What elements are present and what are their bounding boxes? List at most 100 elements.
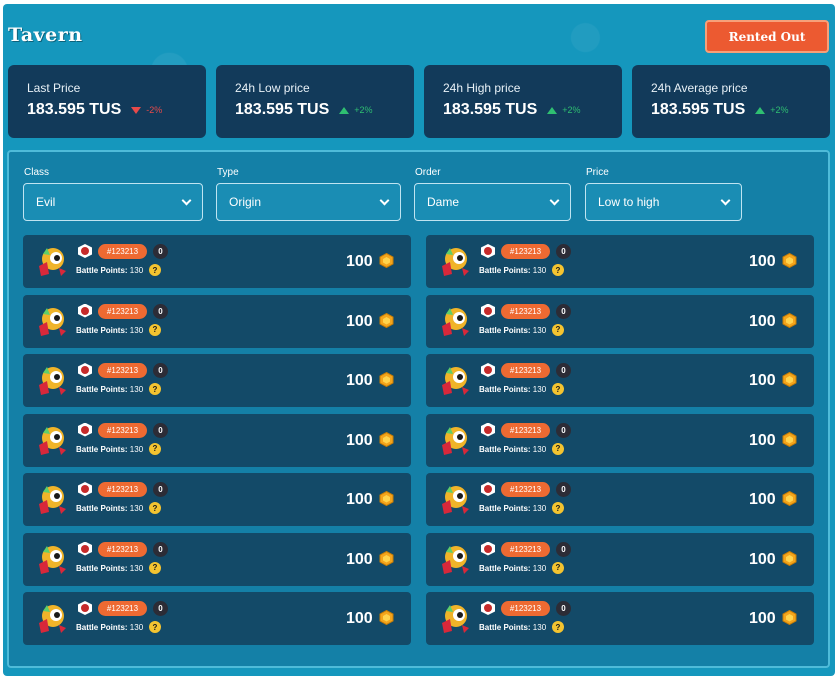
evil-class-icon bbox=[481, 363, 495, 377]
coin-icon bbox=[782, 609, 797, 626]
item-card[interactable]: #123213 0 Battle Points: 130? 100 bbox=[426, 473, 814, 526]
help-icon[interactable]: ? bbox=[149, 561, 161, 574]
item-id-badge: #123213 bbox=[98, 601, 147, 616]
level-badge: 0 bbox=[153, 482, 168, 497]
item-id-badge: #123213 bbox=[98, 541, 147, 557]
battle-points-value: 130 bbox=[129, 266, 144, 275]
help-icon[interactable]: ? bbox=[149, 442, 161, 455]
stat-label: 24h High price bbox=[443, 81, 521, 95]
level-badge: 0 bbox=[153, 303, 168, 319]
item-card[interactable]: #123213 0 Battle Points: 130? 100 bbox=[426, 413, 814, 467]
trend-up-icon bbox=[339, 106, 350, 114]
item-id-badge: #123213 bbox=[501, 363, 550, 378]
class-select[interactable]: Evil bbox=[23, 183, 203, 221]
item-id-badge: #123213 bbox=[98, 244, 147, 259]
coin-icon bbox=[379, 431, 394, 447]
evil-class-icon bbox=[481, 601, 495, 615]
battle-points-value: 130 bbox=[129, 444, 144, 454]
evil-class-icon bbox=[78, 303, 92, 318]
item-card[interactable]: #123213 0 Battle Points: 130? 100 bbox=[23, 235, 411, 288]
stat-change: -2% bbox=[146, 105, 163, 115]
stat-value: 183.595 TUS bbox=[235, 101, 330, 118]
battle-points-value: 130 bbox=[532, 325, 547, 335]
help-icon[interactable]: ? bbox=[552, 502, 564, 514]
price-select[interactable]: Low to high bbox=[585, 183, 742, 221]
battle-points: Battle Points: 130 bbox=[479, 326, 546, 335]
stat-change: +2% bbox=[562, 105, 581, 115]
coin-icon bbox=[379, 371, 394, 388]
stat-change: +2% bbox=[354, 105, 373, 115]
chevron-down-icon bbox=[379, 195, 390, 205]
item-price: 100 bbox=[749, 610, 776, 627]
item-card[interactable]: #123213 0 Battle Points: 130? 100 bbox=[426, 354, 814, 407]
hero-avatar-icon bbox=[438, 482, 472, 516]
item-card[interactable]: #123213 0 Battle Points: 130? 100 bbox=[426, 592, 814, 645]
help-icon[interactable]: ? bbox=[149, 264, 161, 276]
trend-up-icon bbox=[755, 106, 766, 114]
item-price: 100 bbox=[346, 253, 373, 270]
battle-points: Battle Points: 130 bbox=[76, 326, 143, 335]
battle-points-label: Battle Points: bbox=[76, 563, 128, 573]
help-icon[interactable]: ? bbox=[552, 264, 564, 276]
item-card[interactable]: #123213 0 Battle Points: 130? 100 bbox=[23, 592, 411, 645]
hero-avatar-icon bbox=[35, 482, 69, 516]
item-card[interactable]: #123213 0 Battle Points: 130? 100 bbox=[426, 235, 814, 288]
type-select[interactable]: Origin bbox=[216, 183, 401, 221]
class-select-value: Evil bbox=[36, 195, 56, 209]
item-price: 100 bbox=[749, 491, 776, 508]
item-card[interactable]: #123213 0 Battle Points: 130? 100 bbox=[23, 532, 411, 586]
hero-avatar-icon bbox=[35, 304, 69, 338]
item-card[interactable]: #123213 0 Battle Points: 130? 100 bbox=[426, 532, 814, 586]
order-select[interactable]: Dame bbox=[414, 183, 571, 221]
hero-avatar-icon bbox=[438, 542, 472, 576]
price-select-value: Low to high bbox=[598, 195, 660, 209]
chevron-down-icon bbox=[181, 195, 192, 205]
coin-icon bbox=[379, 550, 394, 566]
level-badge: 0 bbox=[153, 422, 168, 438]
item-id-badge: #123213 bbox=[98, 363, 147, 378]
battle-points-label: Battle Points: bbox=[76, 266, 128, 275]
stat-card-low-price: 24h Low price 183.595 TUS +2% bbox=[216, 65, 414, 138]
evil-class-icon bbox=[78, 541, 92, 556]
hero-avatar-icon bbox=[35, 601, 69, 635]
help-icon[interactable]: ? bbox=[149, 323, 161, 336]
filter-label-class: Class bbox=[24, 167, 50, 178]
evil-class-icon bbox=[78, 482, 92, 496]
evil-class-icon bbox=[481, 541, 495, 556]
level-badge: 0 bbox=[556, 363, 571, 378]
help-icon[interactable]: ? bbox=[552, 323, 564, 336]
item-id-badge: #123213 bbox=[501, 601, 550, 616]
battle-points-label: Battle Points: bbox=[76, 504, 128, 513]
battle-points-label: Battle Points: bbox=[479, 623, 531, 632]
coin-icon bbox=[782, 550, 797, 566]
item-price: 100 bbox=[346, 491, 373, 508]
help-icon[interactable]: ? bbox=[552, 442, 564, 455]
help-icon[interactable]: ? bbox=[552, 621, 564, 633]
battle-points: Battle Points: 130 bbox=[479, 623, 546, 632]
battle-points: Battle Points: 130 bbox=[479, 504, 546, 513]
item-card[interactable]: #123213 0 Battle Points: 130? 100 bbox=[23, 413, 411, 467]
help-icon[interactable]: ? bbox=[552, 383, 564, 395]
level-badge: 0 bbox=[153, 601, 168, 616]
help-icon[interactable]: ? bbox=[552, 561, 564, 574]
hero-avatar-icon bbox=[438, 601, 472, 635]
item-card[interactable]: #123213 0 Battle Points: 130? 100 bbox=[23, 354, 411, 407]
hero-avatar-icon bbox=[438, 304, 472, 338]
evil-class-icon bbox=[481, 422, 495, 437]
evil-class-icon bbox=[481, 303, 495, 318]
help-icon[interactable]: ? bbox=[149, 383, 161, 395]
filter-label-type: Type bbox=[217, 167, 239, 178]
item-price: 100 bbox=[749, 550, 776, 568]
rented-out-button[interactable]: Rented Out bbox=[705, 20, 829, 53]
hero-avatar-icon bbox=[35, 423, 69, 457]
battle-points-label: Battle Points: bbox=[76, 325, 128, 335]
help-icon[interactable]: ? bbox=[149, 502, 161, 514]
hero-avatar-icon bbox=[35, 542, 69, 576]
coin-icon bbox=[379, 252, 394, 269]
item-card[interactable]: #123213 0 Battle Points: 130? 100 bbox=[426, 294, 814, 348]
help-icon[interactable]: ? bbox=[149, 621, 161, 633]
item-price: 100 bbox=[346, 610, 373, 627]
item-card[interactable]: #123213 0 Battle Points: 130? 100 bbox=[23, 473, 411, 526]
level-badge: 0 bbox=[556, 601, 571, 616]
item-card[interactable]: #123213 0 Battle Points: 130? 100 bbox=[23, 294, 411, 348]
